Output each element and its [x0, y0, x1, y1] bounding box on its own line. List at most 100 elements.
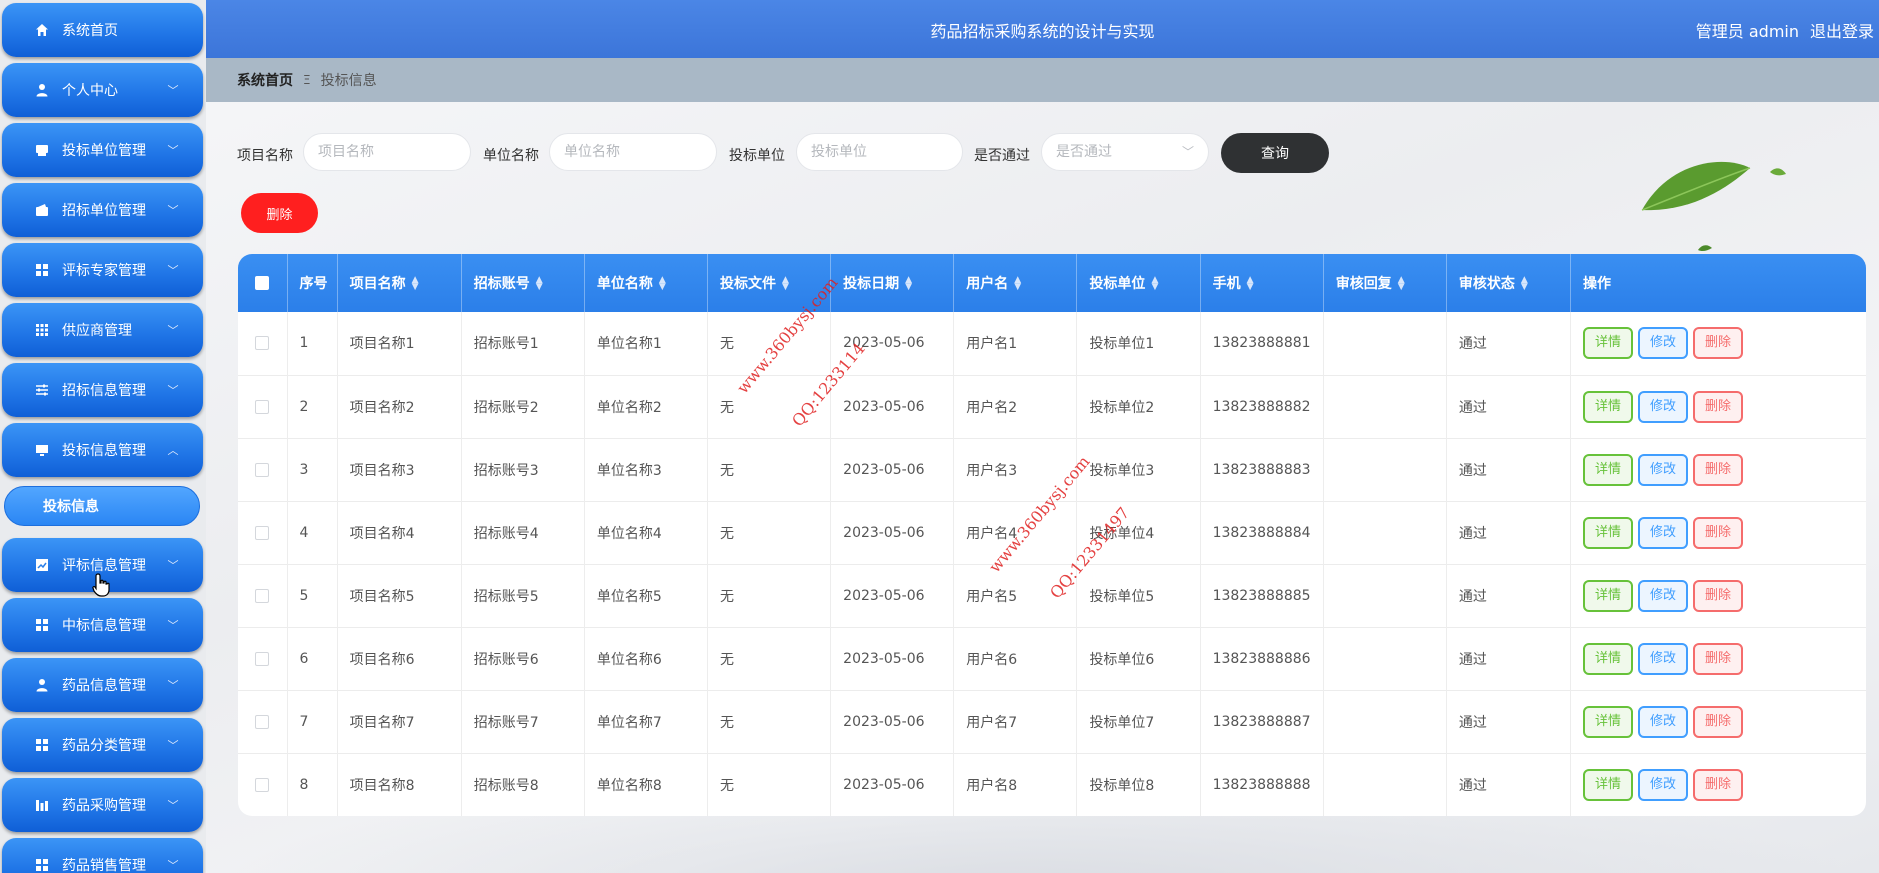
bidder-input[interactable] [796, 133, 963, 171]
row-select-cell [238, 375, 288, 438]
edit-button[interactable]: 修改 [1638, 579, 1688, 612]
sidebar-item-tenderer-management[interactable]: 招标单位管理 ﹀ [2, 183, 203, 237]
detail-button[interactable]: 详情 [1583, 327, 1633, 360]
current-user: 管理员 admin [1695, 22, 1799, 41]
column-header[interactable]: 投标单位 ▲ ▼ [1076, 254, 1201, 312]
table-cell: 单位名称5 [584, 564, 709, 627]
grid-icon [35, 263, 49, 277]
delete-button[interactable]: 删除 [1693, 579, 1743, 612]
delete-button[interactable]: 删除 [1693, 453, 1743, 486]
row-checkbox[interactable] [255, 777, 270, 792]
delete-button[interactable]: 删除 [1693, 516, 1743, 549]
row-checkbox[interactable] [255, 525, 270, 540]
table-cell: 投标单位5 [1076, 564, 1201, 627]
column-header[interactable]: 项目名称 ▲ ▼ [337, 254, 462, 312]
detail-button[interactable]: 详情 [1583, 516, 1633, 549]
detail-button[interactable]: 详情 [1583, 642, 1633, 675]
edit-button[interactable]: 修改 [1638, 453, 1688, 486]
table-cell: 用户名2 [953, 375, 1078, 438]
table-cell: 用户名7 [953, 690, 1078, 753]
sidebar-item-home[interactable]: 系统首页 [2, 3, 203, 57]
column-header[interactable]: 用户名 ▲ ▼ [953, 254, 1078, 312]
sidebar-item-award-management[interactable]: 中标信息管理 ﹀ [2, 598, 203, 652]
table-cell: 单位名称1 [584, 312, 709, 375]
project-name-input[interactable] [303, 133, 471, 171]
table-cell [1323, 501, 1447, 564]
pass-status-select[interactable]: 是否通过 ﹀ [1041, 133, 1209, 171]
batch-delete-button[interactable]: 删除 [241, 193, 318, 233]
sort-icon[interactable]: ▲ ▼ [659, 276, 666, 292]
edit-button[interactable]: 修改 [1638, 327, 1688, 360]
detail-button[interactable]: 详情 [1583, 579, 1633, 612]
sidebar-item-bidder-management[interactable]: 投标单位管理 ﹀ [2, 123, 203, 177]
table-cell: 单位名称8 [584, 753, 709, 816]
select-all-checkbox[interactable] [255, 276, 270, 290]
sort-icon[interactable]: ▲ ▼ [536, 276, 543, 292]
column-header[interactable]: 审核回复 ▲ ▼ [1323, 254, 1447, 312]
edit-button[interactable]: 修改 [1638, 705, 1688, 738]
column-header[interactable]: 审核状态 ▲ ▼ [1446, 254, 1572, 312]
sidebar-item-supplier-management[interactable]: 供应商管理 ﹀ [2, 303, 203, 357]
sidebar-item-personal-center[interactable]: 个人中心 ﹀ [2, 63, 203, 117]
column-header[interactable]: 单位名称 ▲ ▼ [584, 254, 709, 312]
sidebar-item-expert-management[interactable]: 评标专家管理 ﹀ [2, 243, 203, 297]
row-checkbox[interactable] [255, 462, 270, 477]
row-checkbox[interactable] [255, 714, 270, 729]
sidebar-item-bid-info-management[interactable]: 投标信息管理 ︿ [2, 423, 203, 477]
chevron-up-icon: ︿ [167, 444, 179, 457]
sidebar-item-drug-sales-management[interactable]: 药品销售管理 ﹀ [2, 838, 203, 873]
detail-button[interactable]: 详情 [1583, 390, 1633, 423]
table-cell: 2023-05-06 [830, 501, 955, 564]
sort-icon[interactable]: ▲ ▼ [1014, 276, 1021, 292]
row-actions-cell: 详情 修改 删除 [1571, 690, 1867, 753]
table-cell: 13823888888 [1200, 753, 1324, 816]
edit-button[interactable]: 修改 [1638, 390, 1688, 423]
sidebar-item-drug-purchase-management[interactable]: 药品采购管理 ﹀ [2, 778, 203, 832]
column-header[interactable]: 手机 ▲ ▼ [1200, 254, 1324, 312]
delete-button[interactable]: 删除 [1693, 705, 1743, 738]
delete-button[interactable]: 删除 [1693, 327, 1743, 360]
edit-button[interactable]: 修改 [1638, 768, 1688, 801]
table-cell [1323, 375, 1447, 438]
home-icon [35, 23, 49, 37]
sidebar-item-drug-category-management[interactable]: 药品分类管理 ﹀ [2, 718, 203, 772]
breadcrumb: 系统首页 Ξ 投标信息 [206, 58, 1879, 102]
breadcrumb-current: 投标信息 [320, 73, 377, 89]
sort-icon[interactable]: ▲ ▼ [782, 276, 789, 292]
sidebar-subitem-bid-info[interactable]: 投标信息 [4, 486, 200, 526]
delete-button[interactable]: 删除 [1693, 768, 1743, 801]
sidebar: 系统首页 个人中心 ﹀ 投标单位管理 ﹀ 招标单位管理 ﹀ 评标专家管理 ﹀ 供… [0, 0, 206, 873]
sort-icon[interactable]: ▲ ▼ [1151, 276, 1158, 292]
logout-link[interactable]: 退出登录 [1810, 18, 1874, 42]
sidebar-item-label: 个人中心 [62, 83, 118, 99]
detail-button[interactable]: 详情 [1583, 768, 1633, 801]
detail-button[interactable]: 详情 [1583, 705, 1633, 738]
row-checkbox[interactable] [255, 588, 270, 603]
edit-button[interactable]: 修改 [1638, 516, 1688, 549]
pass-status-placeholder: 是否通过 [1056, 144, 1112, 160]
sort-icon[interactable]: ▲ ▼ [905, 276, 912, 292]
breadcrumb-home[interactable]: 系统首页 [237, 70, 293, 90]
column-header[interactable]: 招标账号 ▲ ▼ [461, 254, 585, 312]
row-checkbox[interactable] [255, 651, 270, 666]
edit-button[interactable]: 修改 [1638, 642, 1688, 675]
delete-button[interactable]: 删除 [1693, 390, 1743, 423]
sort-icon[interactable]: ▲ ▼ [1521, 276, 1528, 292]
table-cell [1323, 690, 1447, 753]
row-checkbox[interactable] [255, 336, 270, 351]
column-header[interactable]: 投标日期 ▲ ▼ [830, 254, 955, 312]
delete-button[interactable]: 删除 [1693, 642, 1743, 675]
unit-name-input[interactable] [549, 133, 717, 171]
sidebar-item-drug-info-management[interactable]: 药品信息管理 ﹀ [2, 658, 203, 712]
detail-button[interactable]: 详情 [1583, 453, 1633, 486]
query-button[interactable]: 查询 [1221, 133, 1329, 173]
sort-icon[interactable]: ▲ ▼ [1247, 276, 1254, 292]
column-label: 审核状态 [1458, 276, 1515, 292]
sort-icon[interactable]: ▲ ▼ [412, 276, 419, 292]
chevron-down-icon: ﹀ [167, 739, 179, 752]
sidebar-item-tender-info-management[interactable]: 招标信息管理 ﹀ [2, 363, 203, 417]
table-cell: 用户名1 [953, 312, 1078, 375]
sort-icon[interactable]: ▲ ▼ [1398, 276, 1405, 292]
table-cell: 项目名称3 [337, 438, 462, 501]
row-checkbox[interactable] [255, 399, 270, 414]
